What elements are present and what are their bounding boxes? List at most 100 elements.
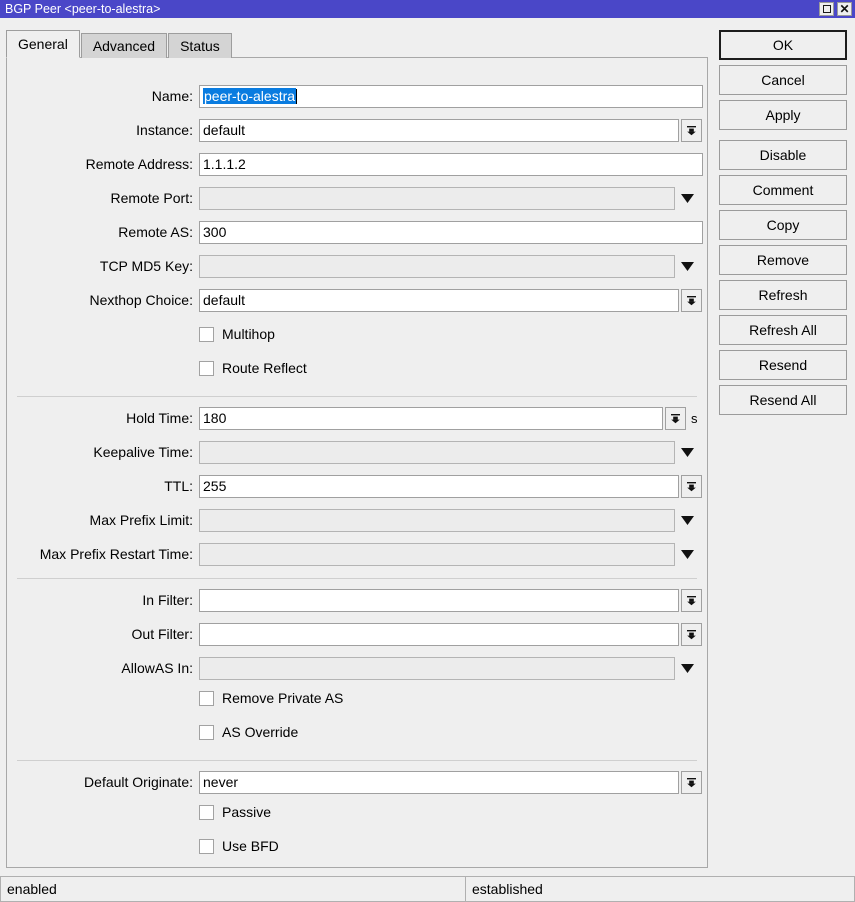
in-filter-input[interactable] <box>199 589 679 612</box>
hold-time-input-value: 180 <box>203 410 226 426</box>
checkbox-multihop[interactable]: Multihop <box>199 324 275 344</box>
keepalive-time-dropdown-button[interactable] <box>677 441 698 464</box>
checkbox-use-bfd-box[interactable] <box>199 839 214 854</box>
default-originate-input-value: never <box>203 774 238 790</box>
remove-button-label: Remove <box>757 252 809 268</box>
resend-all-button-label: Resend All <box>750 392 817 408</box>
refresh-button[interactable]: Refresh <box>719 280 847 310</box>
separator-2 <box>17 578 697 579</box>
name-input[interactable]: peer-to-alestra <box>199 85 703 108</box>
keepalive-time-input[interactable] <box>199 441 675 464</box>
checkbox-as-override-box[interactable] <box>199 725 214 740</box>
chevron-down-icon <box>686 595 697 606</box>
checkbox-route-reflect-label: Route Reflect <box>222 360 307 376</box>
max-prefix-restart-time-dropdown-button[interactable] <box>677 543 698 566</box>
remote-port-input[interactable] <box>199 187 675 210</box>
max-prefix-restart-time-input[interactable] <box>199 543 675 566</box>
ttl-spinner-button[interactable] <box>681 475 702 498</box>
default-originate-input[interactable]: never <box>199 771 679 794</box>
max-prefix-limit-dropdown-button[interactable] <box>677 509 698 532</box>
disable-button-label: Disable <box>760 147 807 163</box>
label-keepalive-time: Keepalive Time: <box>7 444 193 460</box>
checkbox-remove-private-as[interactable]: Remove Private AS <box>199 688 343 708</box>
checkbox-route-reflect-box[interactable] <box>199 361 214 376</box>
chevron-down-icon <box>670 413 681 424</box>
status-enabled-cell: enabled <box>0 876 465 902</box>
ttl-input-value: 255 <box>203 478 226 494</box>
nexthop-choice-dropdown-button[interactable] <box>681 289 702 312</box>
label-out-filter: Out Filter: <box>7 626 193 642</box>
checkbox-as-override[interactable]: AS Override <box>199 722 298 742</box>
status-enabled-text: enabled <box>7 881 57 897</box>
checkbox-multihop-box[interactable] <box>199 327 214 342</box>
in-filter-dropdown-button[interactable] <box>681 589 702 612</box>
hold-time-spinner-button[interactable] <box>665 407 686 430</box>
instance-input-value: default <box>203 122 245 138</box>
nexthop-choice-input[interactable]: default <box>199 289 679 312</box>
chevron-down-icon <box>686 295 697 306</box>
label-allowas-in: AllowAS In: <box>7 660 193 676</box>
close-button[interactable]: ✕ <box>837 2 852 16</box>
resend-button-label: Resend <box>759 357 807 373</box>
instance-dropdown-button[interactable] <box>681 119 702 142</box>
resend-all-button[interactable]: Resend All <box>719 385 847 415</box>
window-titlebar[interactable]: BGP Peer <peer-to-alestra> ✕ <box>0 0 855 18</box>
apply-button[interactable]: Apply <box>719 100 847 130</box>
label-remote-port: Remote Port: <box>7 190 193 206</box>
checkbox-route-reflect[interactable]: Route Reflect <box>199 358 307 378</box>
resend-button[interactable]: Resend <box>719 350 847 380</box>
maximize-button[interactable] <box>819 2 834 16</box>
dialog-button-column: OK Cancel Apply Disable Comment Copy Rem… <box>719 30 847 420</box>
checkbox-remove-private-as-box[interactable] <box>199 691 214 706</box>
out-filter-dropdown-button[interactable] <box>681 623 702 646</box>
cancel-button[interactable]: Cancel <box>719 65 847 95</box>
window-body: General Advanced Status Name: peer-to-al… <box>0 18 855 902</box>
restore-icon <box>823 5 831 13</box>
tcp-md5-key-dropdown-button[interactable] <box>677 255 698 278</box>
max-prefix-limit-input[interactable] <box>199 509 675 532</box>
refresh-all-button[interactable]: Refresh All <box>719 315 847 345</box>
tab-general[interactable]: General <box>6 30 80 58</box>
allowas-in-input[interactable] <box>199 657 675 680</box>
window-title: BGP Peer <peer-to-alestra> <box>0 0 819 18</box>
triangle-down-icon <box>681 664 694 673</box>
checkbox-passive-box[interactable] <box>199 805 214 820</box>
comment-button[interactable]: Comment <box>719 175 847 205</box>
label-in-filter: In Filter: <box>7 592 193 608</box>
comment-button-label: Comment <box>753 182 814 198</box>
tcp-md5-key-input[interactable] <box>199 255 675 278</box>
label-max-prefix-restart-time: Max Prefix Restart Time: <box>7 546 193 562</box>
apply-button-label: Apply <box>765 107 800 123</box>
ttl-input[interactable]: 255 <box>199 475 679 498</box>
refresh-button-label: Refresh <box>758 287 807 303</box>
remote-port-dropdown-button[interactable] <box>677 187 698 210</box>
remote-as-input[interactable]: 300 <box>199 221 703 244</box>
default-originate-dropdown-button[interactable] <box>681 771 702 794</box>
tab-advanced[interactable]: Advanced <box>81 33 167 58</box>
chevron-down-icon <box>686 481 697 492</box>
tab-status[interactable]: Status <box>168 33 232 58</box>
copy-button-label: Copy <box>767 217 800 233</box>
label-remote-as: Remote AS: <box>7 224 193 240</box>
hold-time-input[interactable]: 180 <box>199 407 663 430</box>
out-filter-input[interactable] <box>199 623 679 646</box>
ok-button[interactable]: OK <box>719 30 847 60</box>
disable-button[interactable]: Disable <box>719 140 847 170</box>
tab-status-label: Status <box>180 39 220 53</box>
instance-input[interactable]: default <box>199 119 679 142</box>
remote-as-input-value: 300 <box>203 224 226 240</box>
ok-button-label: OK <box>773 37 793 53</box>
checkbox-use-bfd[interactable]: Use BFD <box>199 836 279 856</box>
label-remote-address: Remote Address: <box>7 156 193 172</box>
checkbox-passive-label: Passive <box>222 804 271 820</box>
triangle-down-icon <box>681 194 694 203</box>
remove-button[interactable]: Remove <box>719 245 847 275</box>
allowas-in-dropdown-button[interactable] <box>677 657 698 680</box>
checkbox-passive[interactable]: Passive <box>199 802 271 822</box>
remote-address-input[interactable]: 1.1.1.2 <box>199 153 703 176</box>
copy-button[interactable]: Copy <box>719 210 847 240</box>
triangle-down-icon <box>681 262 694 271</box>
close-icon: ✕ <box>839 3 849 15</box>
tab-advanced-label: Advanced <box>93 39 155 53</box>
label-ttl: TTL: <box>7 478 193 494</box>
